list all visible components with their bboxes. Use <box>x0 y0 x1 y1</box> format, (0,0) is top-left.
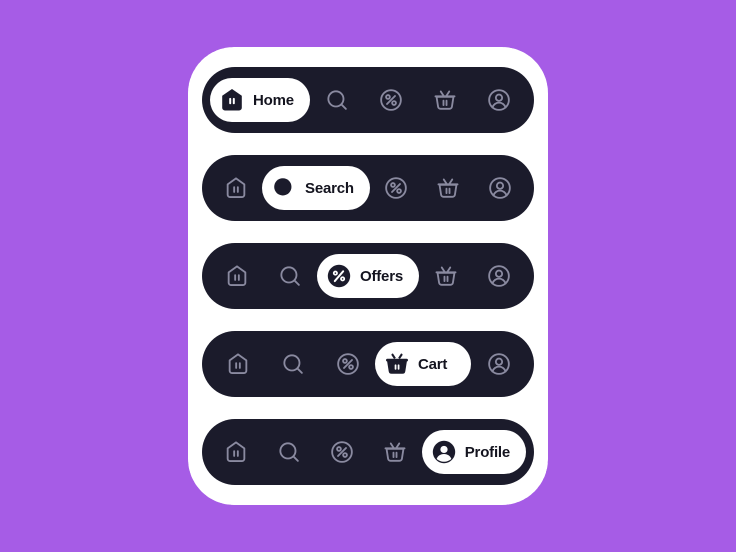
person-icon <box>487 175 513 201</box>
home-icon <box>225 351 251 377</box>
percent-icon <box>329 439 355 465</box>
percent-icon <box>335 351 361 377</box>
nav-item-offers[interactable]: Offers <box>320 342 375 386</box>
nav-item-search[interactable]: Search <box>264 254 318 298</box>
nav-item-search[interactable]: Search <box>310 78 364 122</box>
nav-item-label: Home <box>253 91 294 109</box>
nav-item-cart[interactable]: Cart <box>369 430 422 474</box>
percent-icon <box>378 87 404 113</box>
nav-item-profile-active[interactable]: Profile <box>421 430 527 474</box>
home-icon <box>223 175 249 201</box>
nav-item-offers[interactable]: Offers <box>364 78 418 122</box>
nav-item-label: Search <box>305 179 354 197</box>
nav-item-search[interactable]: Search <box>263 430 316 474</box>
navbar-list: Home Search Offers Cart Profile Home Sea… <box>188 47 548 505</box>
nav-item-label: Cart <box>418 355 448 373</box>
nav-item-search-active[interactable]: Search <box>262 166 370 210</box>
navbar-search-active: Home Search Offers Cart Profile <box>202 155 534 221</box>
nav-item-home[interactable]: Home <box>210 430 263 474</box>
nav-item-cart[interactable]: Cart <box>419 254 473 298</box>
basket-icon <box>433 263 459 289</box>
nav-item-label: Offers <box>360 267 403 285</box>
nav-item-search[interactable]: Search <box>265 342 320 386</box>
home-icon <box>218 86 246 114</box>
search-icon <box>276 439 302 465</box>
nav-item-profile[interactable]: Profile <box>472 78 526 122</box>
basket-icon <box>435 175 461 201</box>
person-icon <box>486 263 512 289</box>
nav-item-label: Profile <box>464 443 511 461</box>
navbar-home-active: Home Search Offers Cart Profile <box>202 67 534 133</box>
home-icon <box>223 439 249 465</box>
nav-item-offers[interactable]: Offers <box>370 166 422 210</box>
sticker-card: Home Search Offers Cart Profile Home Sea… <box>187 46 549 506</box>
basket-icon <box>382 439 408 465</box>
percent-icon <box>383 175 409 201</box>
basket-icon <box>432 87 458 113</box>
home-icon <box>224 263 250 289</box>
search-icon <box>280 351 306 377</box>
nav-item-cart[interactable]: Cart <box>422 166 474 210</box>
nav-item-offers-active[interactable]: Offers <box>317 254 419 298</box>
nav-item-home-active[interactable]: Home <box>210 78 310 122</box>
nav-item-cart-active[interactable]: Cart <box>375 342 471 386</box>
search-icon <box>270 174 298 202</box>
navbar-cart-active: Home Search Offers Cart Profile <box>202 331 534 397</box>
navbar-offers-active: Home Search Offers Cart Profile <box>202 243 534 309</box>
nav-item-offers[interactable]: Offers <box>316 430 369 474</box>
search-icon <box>324 87 350 113</box>
nav-item-cart[interactable]: Cart <box>418 78 472 122</box>
person-icon <box>430 438 458 466</box>
nav-item-profile[interactable]: Profile <box>474 166 526 210</box>
nav-item-profile[interactable]: Profile <box>471 342 526 386</box>
nav-item-home[interactable]: Home <box>210 342 265 386</box>
nav-item-home[interactable]: Home <box>210 166 262 210</box>
percent-icon <box>325 262 353 290</box>
person-icon <box>486 87 512 113</box>
search-icon <box>277 263 303 289</box>
nav-item-profile[interactable]: Profile <box>472 254 526 298</box>
nav-item-home[interactable]: Home <box>210 254 264 298</box>
basket-icon <box>383 350 411 378</box>
person-icon <box>486 351 512 377</box>
navbar-profile-active: Home Search Offers Cart Profile <box>202 419 534 485</box>
